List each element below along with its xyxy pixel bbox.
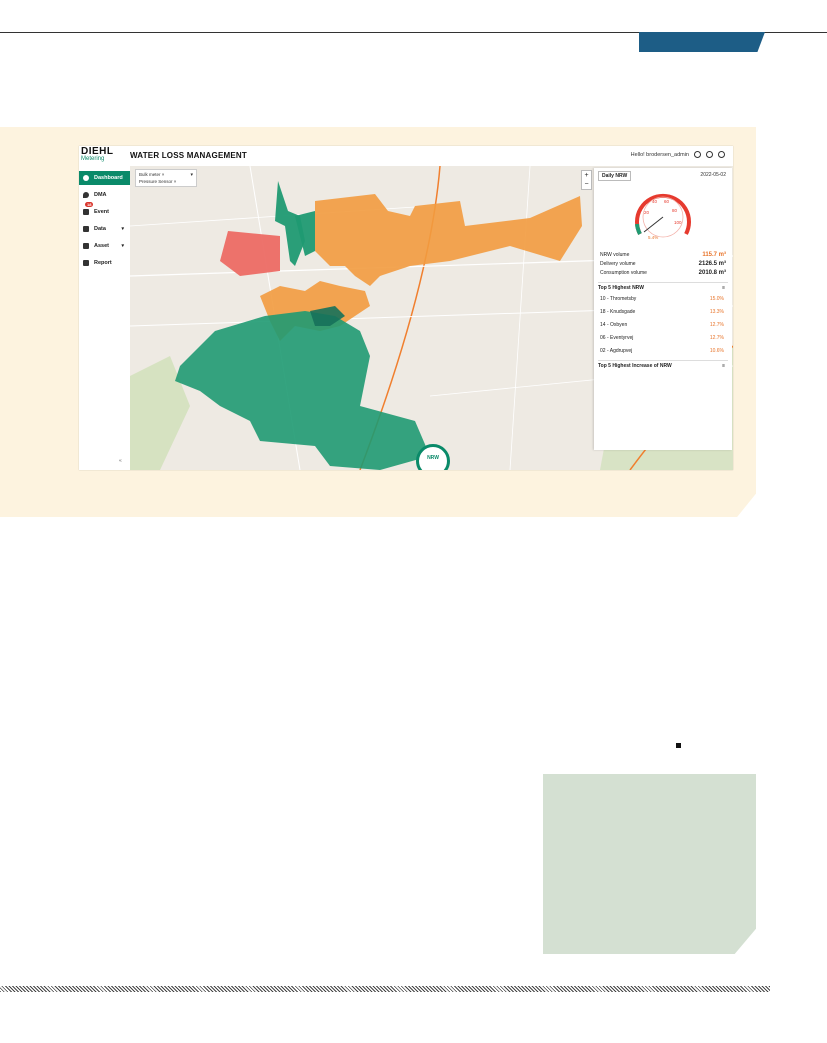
gauge-tick: 20	[644, 210, 650, 215]
metric-value: 2126.5 m³	[698, 261, 726, 267]
metric-value: 115.7 m³	[702, 252, 726, 258]
dma-name: 18 - Knudsgade	[600, 309, 636, 315]
bell-icon	[83, 209, 89, 215]
asset-icon	[83, 243, 89, 249]
dma-nrw-pct: 12.7%	[709, 322, 724, 328]
zoom-controls: + −	[581, 170, 592, 190]
sidebar-item-asset[interactable]: Asset ▾	[79, 239, 130, 253]
sidebar-item-label: Report	[94, 260, 112, 266]
sidebar-item-label: Data	[94, 226, 106, 232]
list-item[interactable]: 14 - Oxbyen 12.7%	[600, 322, 724, 328]
metric-label: Consumption volume	[600, 270, 647, 276]
water-drop-icon	[83, 192, 89, 198]
filter-tag-pressure-sensor[interactable]: Pressure Sensor ×	[139, 178, 193, 185]
gauge-tick: 40	[652, 199, 658, 204]
user-area: Hello! brodersen_admin	[631, 151, 725, 158]
metric-delivery-volume: Delivery volume 2126.5 m³	[600, 261, 726, 267]
sidebar-item-label: DMA	[94, 192, 107, 198]
gauge-tick: 100	[674, 220, 682, 225]
report-icon	[83, 260, 89, 266]
chevron-down-icon: ▾	[121, 226, 124, 232]
dma-nrw-pct: 15.0%	[709, 296, 724, 302]
top5-title: Top 5 Highest NRW	[598, 285, 644, 291]
increase-title: Top 5 Highest Increase of NRW	[598, 363, 672, 369]
sidebar-item-label: Event	[94, 209, 109, 215]
sidebar-item-dashboard[interactable]: Dashboard	[79, 171, 130, 185]
metric-label: Delivery volume	[600, 261, 636, 267]
sidebar-item-label: Dashboard	[94, 175, 123, 181]
end-mark	[676, 743, 681, 748]
power-icon[interactable]	[718, 151, 725, 158]
logo-main: DIEHL	[81, 146, 114, 157]
list-item[interactable]: 02 - Agdrupvej 10.6%	[600, 348, 724, 354]
gauge-tick: 60	[664, 199, 670, 204]
zoom-out-button[interactable]: −	[582, 180, 591, 189]
bottom-rule	[0, 986, 770, 992]
nrw-badge[interactable]: NRW	[416, 444, 450, 470]
sidebar-item-label: Asset	[94, 243, 109, 249]
metric-value: 2010.8 m³	[698, 270, 726, 276]
gauge-value: 5.4%	[648, 235, 658, 240]
filter-tag-bulk-meter[interactable]: Bulk meter ×	[139, 171, 193, 178]
user-icon[interactable]	[694, 151, 701, 158]
chapter-tab	[639, 32, 765, 52]
sidebar-item-report[interactable]: Report	[79, 256, 130, 270]
metric-nrw-volume: NRW volume 115.7 m³	[600, 252, 726, 258]
layer-filter[interactable]: Bulk meter × Pressure Sensor × ▾	[135, 169, 197, 187]
user-greeting: Hello! brodersen_admin	[630, 151, 689, 158]
data-icon	[83, 226, 89, 232]
top5-header[interactable]: Top 5 Highest NRW ≡	[598, 282, 728, 291]
sidebar-item-data[interactable]: Data ▾	[79, 222, 130, 236]
app-screenshot: DIEHL Metering WATER LOSS MANAGEMENT Hel…	[79, 146, 733, 470]
dma-name: 10 - Thrometsby	[600, 296, 637, 302]
dma-name: 14 - Oxbyen	[600, 322, 628, 328]
list-item[interactable]: 10 - Thrometsby 15.0%	[600, 296, 724, 302]
sidebar-item-event[interactable]: 18 Event	[79, 202, 130, 219]
nrw-panel: Daily NRW 2022-05-02 20 40 60 80 100 5.4…	[594, 168, 732, 450]
increase-header[interactable]: Top 5 Highest Increase of NRW ≡	[598, 360, 728, 369]
panel-date: 2022-05-02	[700, 172, 726, 178]
app-header: DIEHL Metering WATER LOSS MANAGEMENT Hel…	[79, 146, 733, 166]
gear-icon[interactable]	[706, 151, 713, 158]
app-title: WATER LOSS MANAGEMENT	[130, 151, 247, 160]
gauge-tick: 80	[672, 208, 678, 213]
diehl-logo: DIEHL Metering	[81, 146, 114, 163]
metric-label: NRW volume	[600, 252, 630, 258]
event-count-badge: 18	[85, 202, 94, 207]
dma-nrw-pct: 12.7%	[709, 335, 724, 341]
collapse-icon[interactable]: ≡	[722, 363, 725, 369]
sidebar: Dashboard DMA 18 Event Data ▾ Asset ▾ Re…	[79, 166, 130, 470]
collapse-icon[interactable]: ≡	[722, 285, 725, 291]
dma-nrw-pct: 13.3%	[709, 309, 724, 315]
chevron-down-icon: ▾	[190, 172, 193, 178]
list-item[interactable]: 18 - Knudsgade 13.3%	[600, 309, 724, 315]
dma-name: 02 - Agdrupvej	[600, 348, 633, 354]
sidebar-item-dma[interactable]: DMA	[79, 188, 130, 202]
metric-consumption-volume: Consumption volume 2010.8 m³	[600, 270, 726, 276]
sidebar-collapse-button[interactable]: «	[119, 458, 122, 464]
period-select[interactable]: Daily NRW	[598, 171, 632, 181]
logo-sub: Metering	[81, 156, 105, 162]
nrw-gauge: 20 40 60 80 100 5.4%	[635, 193, 691, 240]
dma-nrw-pct: 10.6%	[709, 348, 724, 354]
chevron-down-icon: ▾	[121, 243, 124, 249]
list-item[interactable]: 06 - Eventyrvej 12.7%	[600, 335, 724, 341]
dma-name: 06 - Eventyrvej	[600, 335, 634, 341]
sidebar-box	[543, 774, 756, 954]
dashboard-icon	[83, 175, 89, 181]
zoom-in-button[interactable]: +	[582, 171, 591, 180]
